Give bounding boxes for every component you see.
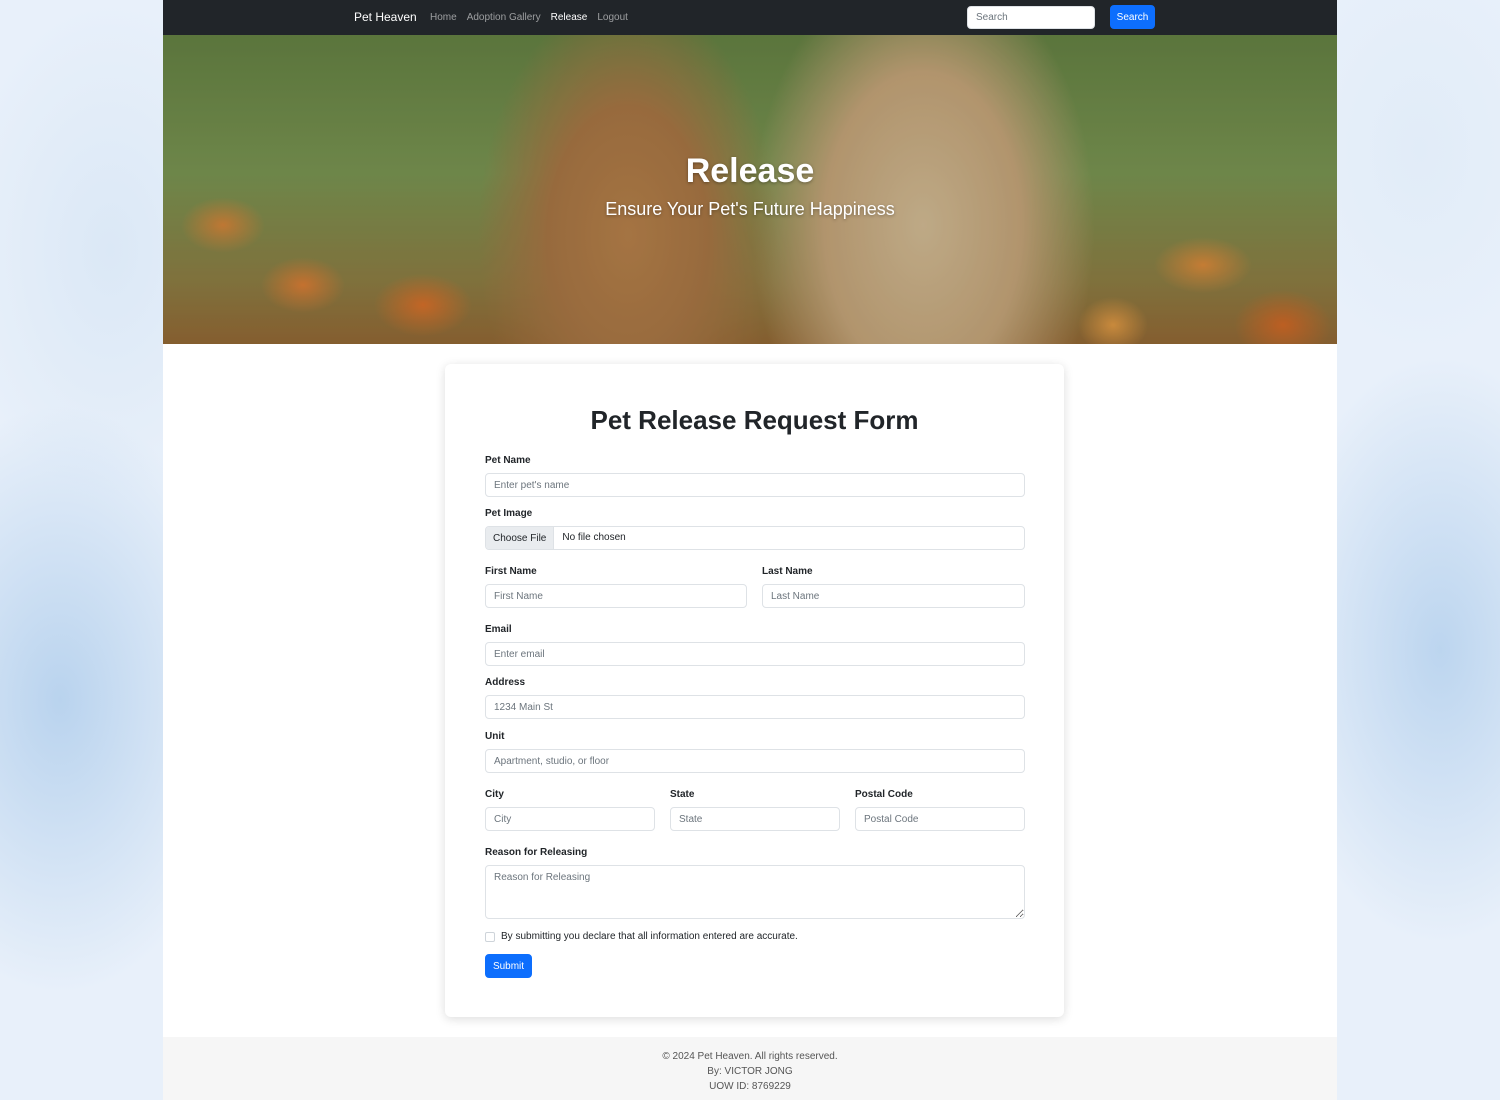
reason-textarea[interactable] xyxy=(485,865,1025,919)
declaration-row: By submitting you declare that all infor… xyxy=(485,931,798,943)
pet-name-label: Pet Name xyxy=(485,455,531,466)
footer-author: By: VICTOR JONG xyxy=(707,1066,793,1077)
nav-link-adoption-gallery[interactable]: Adoption Gallery xyxy=(467,11,541,24)
nav-link-release[interactable]: Release xyxy=(551,11,588,24)
hero-title: Release xyxy=(685,152,815,190)
city-input[interactable] xyxy=(485,807,655,831)
footer-uow-id: UOW ID: 8769229 xyxy=(709,1081,791,1092)
file-status-text: No file chosen xyxy=(562,532,626,543)
footer: © 2024 Pet Heaven. All rights reserved. … xyxy=(163,1037,1337,1100)
release-form-card: Pet Release Request Form Pet Name Pet Im… xyxy=(445,364,1064,1017)
nav-links: Home Adoption Gallery Release Logout xyxy=(430,11,628,24)
last-name-input[interactable] xyxy=(762,584,1025,608)
address-label: Address xyxy=(485,677,526,688)
choose-file-button[interactable]: Choose File xyxy=(486,527,555,549)
first-name-input[interactable] xyxy=(485,584,747,608)
postal-code-input[interactable] xyxy=(855,807,1025,831)
search-button[interactable]: Search xyxy=(1110,5,1155,29)
search-input[interactable] xyxy=(967,6,1095,29)
city-label: City xyxy=(485,789,504,800)
unit-input[interactable] xyxy=(485,749,1025,773)
postal-code-label: Postal Code xyxy=(855,789,913,800)
pet-name-input[interactable] xyxy=(485,473,1025,497)
first-name-label: First Name xyxy=(485,566,537,577)
address-input[interactable] xyxy=(485,695,1025,719)
footer-copyright: © 2024 Pet Heaven. All rights reserved. xyxy=(662,1051,838,1062)
hero-banner: Release Ensure Your Pet's Future Happine… xyxy=(163,35,1337,344)
pet-image-file-input[interactable]: Choose File No file chosen xyxy=(485,526,1025,550)
declaration-label: By submitting you declare that all infor… xyxy=(501,931,798,942)
hero-subtitle: Ensure Your Pet's Future Happiness xyxy=(605,199,895,219)
state-label: State xyxy=(670,789,695,800)
last-name-label: Last Name xyxy=(762,566,813,577)
nav-link-logout[interactable]: Logout xyxy=(597,11,628,24)
navbar: Pet Heaven Home Adoption Gallery Release… xyxy=(163,0,1337,35)
email-input[interactable] xyxy=(485,642,1025,666)
brand-link[interactable]: Pet Heaven xyxy=(354,10,417,25)
form-title: Pet Release Request Form xyxy=(590,405,919,435)
unit-label: Unit xyxy=(485,731,505,742)
reason-label: Reason for Releasing xyxy=(485,847,588,858)
nav-link-home[interactable]: Home xyxy=(430,11,457,24)
submit-button[interactable]: Submit xyxy=(485,954,532,978)
pet-image-label: Pet Image xyxy=(485,508,533,519)
state-input[interactable] xyxy=(670,807,840,831)
page-container: Pet Heaven Home Adoption Gallery Release… xyxy=(163,0,1337,1100)
declaration-checkbox[interactable] xyxy=(485,932,495,942)
email-label: Email xyxy=(485,624,512,635)
